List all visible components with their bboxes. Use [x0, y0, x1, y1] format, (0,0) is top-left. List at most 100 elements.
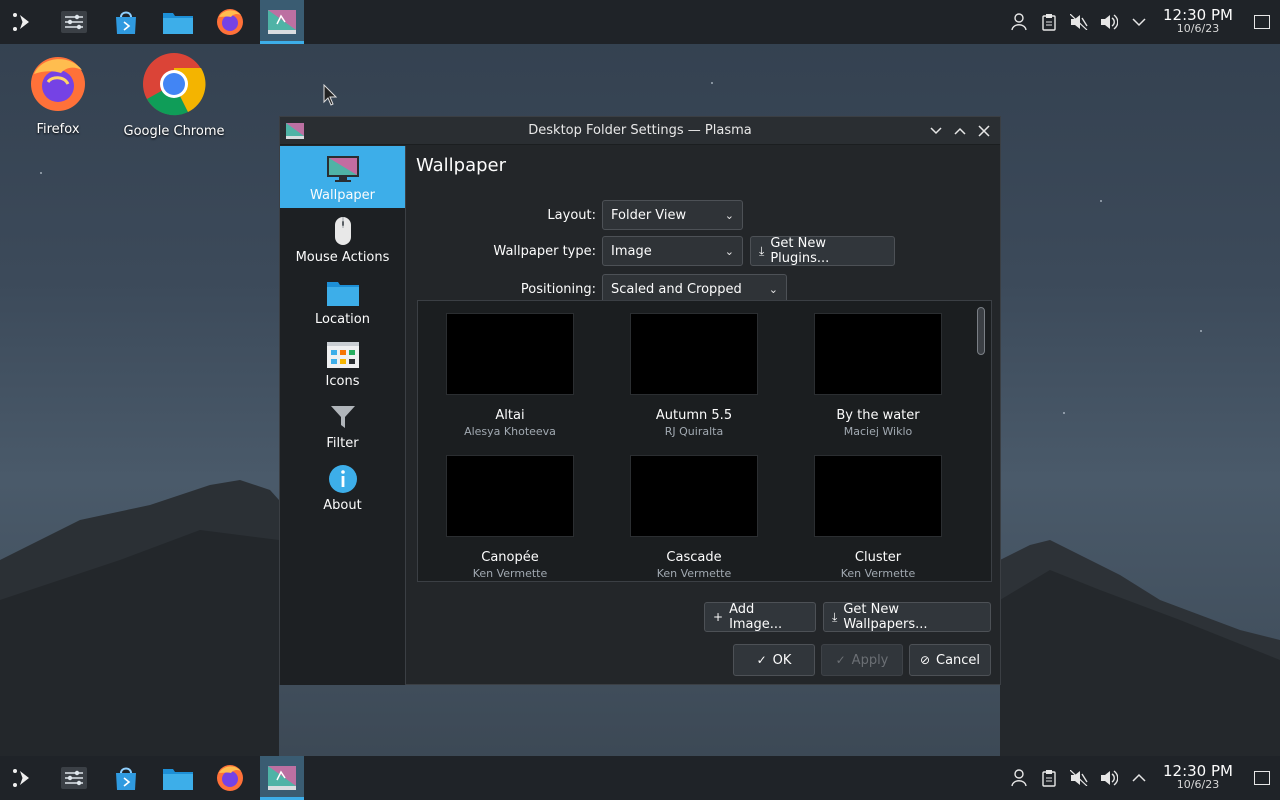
- close-button[interactable]: [972, 119, 996, 143]
- wallpaper-grid[interactable]: Altai Alesya Khoteeva Autumn 5.5 RJ Quir…: [417, 300, 992, 582]
- firefox-icon: [31, 57, 85, 111]
- add-image-label: Add Image...: [729, 602, 783, 632]
- plasma-settings-task[interactable]: [260, 0, 304, 44]
- system-settings-icon: [61, 11, 87, 33]
- chevron-down-icon: ⌄: [768, 282, 778, 296]
- wallpaper-item[interactable]: By the water Maciej Wiklo: [786, 313, 970, 438]
- clock-time: 12:30 PM: [1163, 762, 1233, 780]
- wallpaper-thumbnail: [446, 455, 574, 537]
- discover-store-icon: [116, 767, 136, 790]
- wallpaper-type-value: Image: [611, 243, 652, 259]
- muted-speaker-icon[interactable]: [1064, 0, 1094, 44]
- firefox-button[interactable]: [208, 0, 252, 44]
- app-launcher-icon: [13, 769, 29, 787]
- system-settings-button[interactable]: [52, 0, 96, 44]
- apply-button[interactable]: ✓ Apply: [821, 644, 903, 676]
- wallpaper-item[interactable]: Canopée Ken Vermette: [418, 455, 602, 580]
- chevron-down-icon: ⌄: [724, 208, 734, 222]
- dolphin-files-button[interactable]: [156, 0, 200, 44]
- filter-icon: [330, 406, 355, 428]
- sidebar-item-location[interactable]: Location: [280, 270, 405, 332]
- wallpaper-item[interactable]: Altai Alesya Khoteeva: [418, 313, 602, 438]
- desktop-icon-label: Google Chrome: [123, 124, 225, 139]
- info-icon: [328, 465, 357, 493]
- discover-store-button[interactable]: [104, 756, 148, 800]
- desktop-icon-firefox[interactable]: Firefox: [3, 52, 113, 137]
- discover-store-button[interactable]: [104, 0, 148, 44]
- sidebar-item-about[interactable]: About: [280, 456, 405, 518]
- sidebar-item-icons[interactable]: Icons: [280, 332, 405, 394]
- volume-icon[interactable]: [1094, 0, 1124, 44]
- sidebar-item-filter[interactable]: Filter: [280, 394, 405, 456]
- wallpaper-name: Canopée: [481, 550, 539, 565]
- clipboard-icon[interactable]: [1034, 0, 1064, 44]
- user-icon[interactable]: [1004, 756, 1034, 800]
- volume-icon[interactable]: [1094, 756, 1124, 800]
- app-launcher-button[interactable]: [0, 756, 44, 800]
- top-panel: 12:30 PM 10/6/23: [0, 0, 1280, 44]
- add-image-button[interactable]: + Add Image...: [704, 602, 816, 632]
- chrome-icon: [143, 53, 206, 116]
- download-icon: ⤓: [759, 243, 765, 258]
- cancel-button[interactable]: ⊘ Cancel: [909, 644, 991, 676]
- mouse-icon: [334, 217, 351, 245]
- wallpaper-thumbnail: [630, 313, 758, 395]
- window-titlebar[interactable]: Desktop Folder Settings — Plasma: [280, 117, 1000, 145]
- wallpaper-name: Altai: [495, 408, 525, 423]
- positioning-value: Scaled and Cropped: [611, 281, 742, 297]
- ok-button[interactable]: ✓ OK: [733, 644, 815, 676]
- clock-date: 10/6/23: [1176, 778, 1220, 791]
- sidebar-item-mouse-actions[interactable]: Mouse Actions: [280, 208, 405, 270]
- desktop-icon-label: Firefox: [36, 122, 80, 137]
- plus-icon: +: [713, 610, 724, 624]
- sidebar-item-label: Wallpaper: [309, 188, 376, 203]
- get-new-plugins-button[interactable]: ⤓ Get New Plugins...: [750, 236, 895, 266]
- cancel-label: Cancel: [936, 652, 981, 668]
- system-tray: 12:30 PM 10/6/23: [1004, 0, 1280, 44]
- ok-label: OK: [772, 652, 792, 668]
- firefox-button[interactable]: [208, 756, 252, 800]
- maximize-button[interactable]: [948, 119, 972, 143]
- wallpaper-item[interactable]: Autumn 5.5 RJ Quiralta: [602, 313, 786, 438]
- wallpaper-name: Cluster: [854, 550, 902, 565]
- wallpaper-item[interactable]: Cascade Ken Vermette: [602, 455, 786, 580]
- discover-store-icon: [116, 11, 136, 34]
- dolphin-files-button[interactable]: [156, 756, 200, 800]
- digital-clock[interactable]: 12:30 PM 10/6/23: [1158, 764, 1238, 792]
- show-desktop-button[interactable]: [1244, 0, 1280, 44]
- page-title: Wallpaper: [416, 155, 507, 176]
- plasma-settings-task[interactable]: [260, 756, 304, 800]
- chevron-down-icon[interactable]: [1124, 0, 1154, 44]
- minimize-button[interactable]: [924, 119, 948, 143]
- get-new-wallpapers-button[interactable]: ⤓ Get New Wallpapers...: [823, 602, 991, 632]
- desktop-folder-settings-window: Desktop Folder Settings — Plasma Wallpap…: [279, 116, 1001, 685]
- desktop-icon-chrome[interactable]: Google Chrome: [119, 52, 229, 139]
- show-desktop-button[interactable]: [1244, 756, 1280, 800]
- wallpaper-type-combo[interactable]: Image ⌄: [602, 236, 743, 266]
- wallpaper-author: Ken Vermette: [840, 567, 916, 580]
- layout-combo[interactable]: Folder View ⌄: [602, 200, 743, 230]
- chevron-up-icon[interactable]: [1124, 756, 1154, 800]
- wallpaper-thumbnail: [630, 455, 758, 537]
- sidebar-item-label: Filter: [326, 436, 359, 451]
- wallpaper-author: Alesya Khoteeva: [464, 425, 556, 438]
- settings-sidebar: Wallpaper Mouse Actions Location Icons F…: [280, 146, 406, 685]
- wallpaper-grid-scrollbar[interactable]: [975, 305, 987, 579]
- clipboard-icon[interactable]: [1034, 756, 1064, 800]
- digital-clock[interactable]: 12:30 PM 10/6/23: [1158, 8, 1238, 36]
- minimize-icon: [930, 127, 942, 135]
- app-launcher-button[interactable]: [0, 0, 44, 44]
- wallpaper-name: Autumn 5.5: [655, 408, 733, 423]
- system-settings-icon: [61, 767, 87, 789]
- wallpaper-name: Cascade: [666, 550, 722, 565]
- wallpaper-item[interactable]: Cluster Ken Vermette: [786, 455, 970, 580]
- wallpaper-icon: [326, 156, 359, 182]
- scrollbar-handle[interactable]: [977, 307, 985, 355]
- system-settings-button[interactable]: [52, 756, 96, 800]
- plasma-settings-icon: [268, 766, 296, 790]
- sidebar-item-wallpaper[interactable]: Wallpaper: [280, 146, 405, 208]
- user-icon[interactable]: [1004, 0, 1034, 44]
- download-icon: ⤓: [832, 609, 838, 624]
- muted-speaker-icon[interactable]: [1064, 756, 1094, 800]
- chevron-down-icon: ⌄: [724, 244, 734, 258]
